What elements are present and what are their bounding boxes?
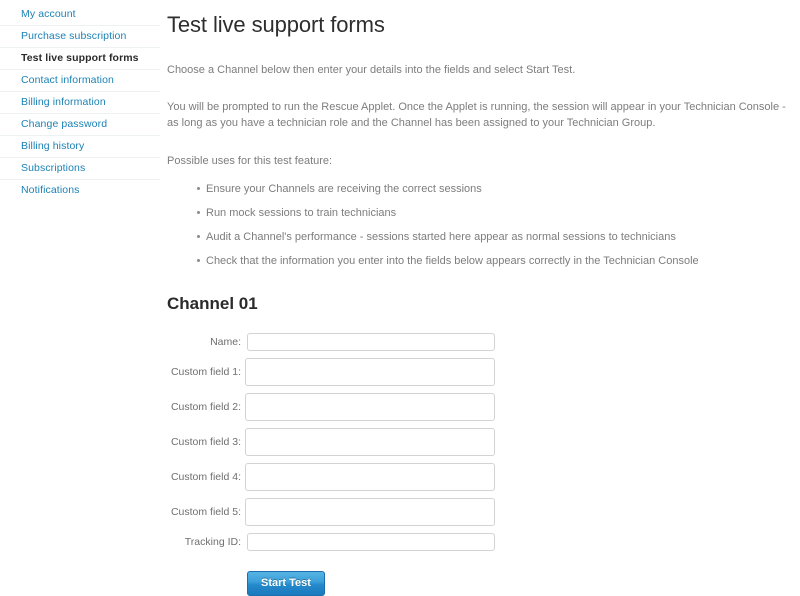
sidebar-item-label: Contact information	[21, 74, 114, 86]
account-sidebar: My account Purchase subscription Test li…	[0, 0, 160, 201]
list-item: Ensure your Channels are receiving the c…	[197, 181, 800, 197]
start-test-button[interactable]: Start Test	[247, 571, 325, 596]
custom-field-4-label: Custom field 4:	[170, 470, 241, 483]
custom-field-1-input[interactable]	[245, 358, 495, 386]
sidebar-item-billing-history[interactable]: Billing history	[0, 136, 160, 158]
custom-field-5-input[interactable]	[245, 498, 495, 526]
sidebar-item-my-account[interactable]: My account	[0, 4, 160, 26]
name-label: Name:	[210, 335, 241, 348]
sidebar-item-contact-information[interactable]: Contact information	[0, 70, 160, 92]
custom-field-2-label: Custom field 2:	[170, 400, 241, 413]
list-item: Check that the information you enter int…	[197, 253, 800, 269]
form-row-custom-field-4: Custom field 4:	[167, 463, 800, 491]
form-row-tracking-id: Tracking ID:	[167, 533, 800, 551]
applet-paragraph: You will be prompted to run the Rescue A…	[167, 101, 786, 129]
custom-field-4-input[interactable]	[245, 463, 495, 491]
custom-field-3-input[interactable]	[245, 428, 495, 456]
form-row-custom-field-1: Custom field 1:	[167, 358, 800, 386]
intro-paragraph: Choose a Channel below then enter your d…	[167, 64, 576, 76]
sidebar-item-label: Subscriptions	[21, 162, 86, 174]
tracking-id-input[interactable]	[247, 533, 495, 551]
main-content: Test live support forms Choose a Channel…	[160, 0, 800, 596]
sidebar-item-notifications[interactable]: Notifications	[0, 180, 160, 201]
sidebar-item-billing-information[interactable]: Billing information	[0, 92, 160, 114]
custom-field-5-label: Custom field 5:	[170, 505, 241, 518]
name-input[interactable]	[247, 333, 495, 351]
form-actions: Start Test	[167, 571, 800, 596]
sidebar-item-label: Purchase subscription	[21, 30, 127, 42]
form-row-custom-field-3: Custom field 3:	[167, 428, 800, 456]
sidebar-nav-list: My account Purchase subscription Test li…	[0, 4, 160, 201]
form-row-name: Name:	[167, 333, 800, 351]
list-item: Audit a Channel's performance - sessions…	[197, 229, 800, 245]
custom-field-3-label: Custom field 3:	[170, 435, 241, 448]
sidebar-item-test-live-support-forms[interactable]: Test live support forms	[0, 48, 160, 70]
possible-uses-intro: Possible uses for this test feature:	[167, 155, 333, 167]
sidebar-item-change-password[interactable]: Change password	[0, 114, 160, 136]
sidebar-item-label: My account	[21, 8, 76, 20]
form-row-custom-field-2: Custom field 2:	[167, 393, 800, 421]
test-support-form: Name: Custom field 1: Custom field 2: Cu…	[167, 333, 800, 596]
custom-field-2-input[interactable]	[245, 393, 495, 421]
sidebar-item-label: Change password	[21, 118, 108, 130]
sidebar-item-label: Billing history	[21, 140, 85, 152]
list-item: Run mock sessions to train technicians	[197, 205, 800, 221]
tracking-id-label: Tracking ID:	[184, 535, 241, 548]
possible-uses-list: Ensure your Channels are receiving the c…	[167, 181, 800, 269]
page-root: My account Purchase subscription Test li…	[0, 0, 800, 596]
sidebar-item-label: Test live support forms	[21, 52, 139, 64]
sidebar-item-subscriptions[interactable]: Subscriptions	[0, 158, 160, 180]
page-title: Test live support forms	[167, 12, 385, 37]
sidebar-item-label: Billing information	[21, 96, 106, 108]
sidebar-item-label: Notifications	[21, 184, 80, 196]
form-row-custom-field-5: Custom field 5:	[167, 498, 800, 526]
sidebar-item-purchase-subscription[interactable]: Purchase subscription	[0, 26, 160, 48]
channel-heading: Channel 01	[167, 294, 258, 313]
custom-field-1-label: Custom field 1:	[170, 365, 241, 378]
